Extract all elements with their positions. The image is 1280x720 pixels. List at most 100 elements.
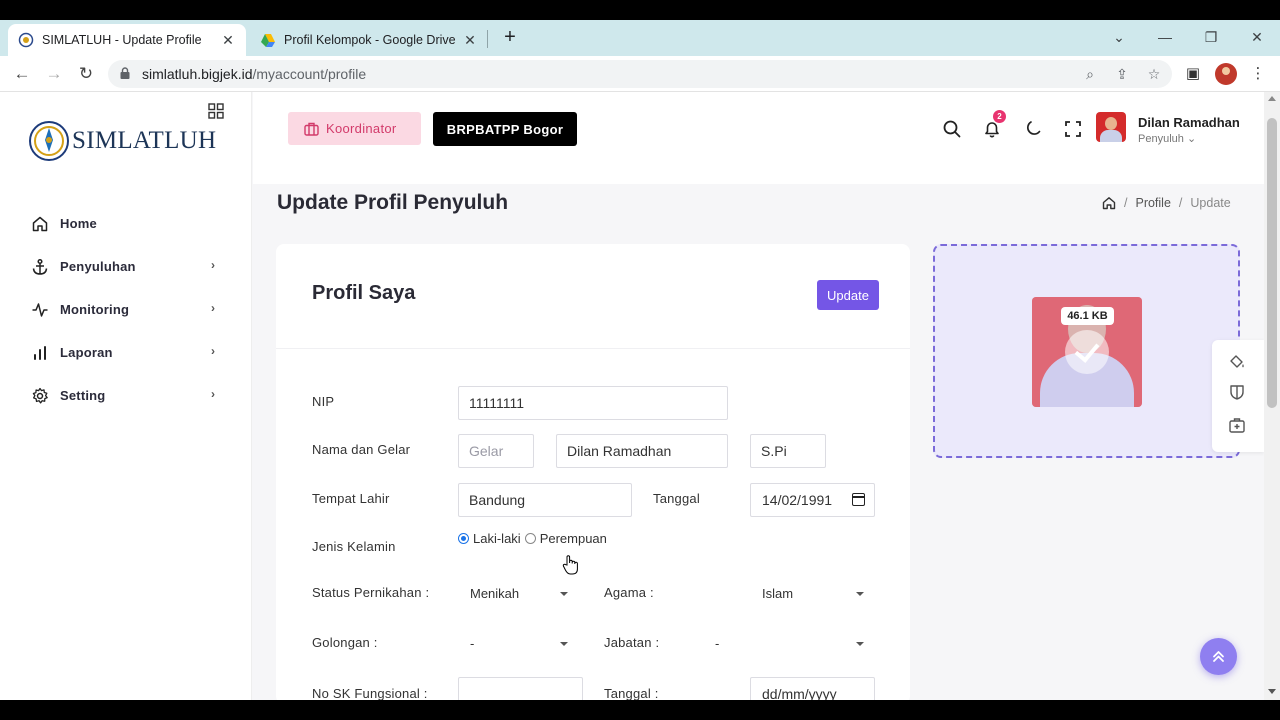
card-title: Profil Saya	[312, 282, 416, 304]
jenis-kelamin-label: Jenis Kelamin	[312, 539, 396, 554]
radio-perempuan[interactable]	[524, 533, 536, 544]
status-pernikahan-value: Menikah	[470, 586, 520, 601]
checkmark-icon	[1065, 330, 1109, 374]
browser-menu-icon[interactable]: ⋮	[1246, 62, 1270, 86]
apps-grid-icon[interactable]	[208, 103, 224, 119]
tempat-lahir-label: Tempat Lahir	[312, 491, 390, 506]
sidebar: SIMLATLUH Home Penyuluhan › Monitoring ›	[0, 92, 252, 700]
chevron-right-icon: ›	[211, 344, 216, 358]
fullscreen-icon[interactable]	[1063, 119, 1083, 139]
sidebar-item-home[interactable]: Home	[0, 202, 252, 245]
golongan-label: Golongan :	[312, 635, 378, 650]
chevron-down-icon: ⌄	[1186, 133, 1197, 145]
tanggal-lahir-input[interactable]: 14/02/1991	[750, 483, 875, 517]
tab-google-drive[interactable]: Profil Kelompok - Google Drive ✕	[250, 24, 488, 56]
tanggal-lahir-label: Tanggal	[653, 491, 700, 506]
jabatan-label: Jabatan :	[604, 635, 660, 650]
sidebar-item-monitoring[interactable]: Monitoring ›	[0, 288, 252, 331]
caret-down-icon	[856, 642, 864, 646]
hand-cursor-icon	[562, 555, 578, 575]
nip-label: NIP	[312, 394, 335, 409]
breadcrumb-separator: /	[1124, 196, 1128, 210]
status-pernikahan-label: Status Pernikahan :	[312, 585, 430, 600]
forward-icon[interactable]: →	[42, 62, 66, 86]
nama-label: Nama dan Gelar	[312, 442, 411, 457]
bookmark-star-icon[interactable]: ☆	[1144, 64, 1164, 84]
paint-bucket-icon[interactable]	[1228, 353, 1246, 371]
page-scrollbar[interactable]	[1264, 92, 1280, 700]
side-panel-icon[interactable]: ▣	[1181, 62, 1205, 86]
status-pernikahan-select[interactable]: Menikah	[458, 577, 578, 611]
app-logo[interactable]: SIMLATLUH	[28, 120, 216, 162]
profile-photo-preview[interactable]: 46.1 KB	[1032, 297, 1142, 407]
zoom-icon[interactable]: ⌕	[1080, 64, 1100, 84]
tempat-lahir-input[interactable]: Bandung	[458, 483, 632, 517]
photo-upload-area[interactable]: 46.1 KB	[933, 244, 1240, 458]
agama-select[interactable]: Islam	[750, 577, 874, 611]
tab-title: Profil Kelompok - Google Drive	[284, 33, 456, 47]
home-icon[interactable]	[1102, 196, 1116, 210]
logo-text: SIMLATLUH	[72, 127, 217, 154]
tab-strip: SIMLATLUH - Update Profile ✕ Profil Kelo…	[0, 20, 1280, 56]
reload-icon[interactable]: ↻	[74, 62, 98, 86]
tanggal-lahir-value: 14/02/1991	[762, 492, 833, 508]
browser-profile-avatar[interactable]	[1215, 63, 1237, 85]
share-icon[interactable]: ⇪	[1112, 64, 1132, 84]
anchor-icon	[32, 258, 48, 275]
sk-fungsional-label: No SK Fungsional :	[312, 686, 428, 700]
back-to-top-button[interactable]	[1200, 638, 1237, 675]
search-icon[interactable]	[942, 119, 962, 139]
back-icon[interactable]: ←	[10, 62, 34, 86]
address-bar[interactable]: simlatluh.bigjek.id/myaccount/profile ⌕ …	[108, 60, 1172, 88]
radio-laki-laki-label[interactable]: Laki-laki	[473, 531, 521, 546]
sidebar-item-setting[interactable]: Setting ›	[0, 374, 252, 417]
gelar-depan-input[interactable]: Gelar	[458, 434, 534, 468]
caret-down-icon	[856, 592, 864, 596]
moon-icon[interactable]	[1023, 119, 1043, 139]
close-tab-icon[interactable]: ✕	[220, 32, 236, 49]
sidebar-item-penyuluhan[interactable]: Penyuluhan ›	[0, 245, 252, 288]
gender-radio-group: Laki-laki Perempuan	[458, 531, 607, 546]
new-tab-icon[interactable]: +	[499, 26, 521, 50]
user-role[interactable]: Penyuluh ⌄	[1138, 132, 1196, 145]
url-text: simlatluh.bigjek.id/myaccount/profile	[142, 66, 366, 82]
gelar-belakang-input[interactable]: S.Pi	[750, 434, 826, 468]
update-button[interactable]: Update	[817, 280, 879, 310]
radio-laki-laki[interactable]	[458, 533, 469, 544]
breadcrumb-update: Update	[1190, 196, 1231, 210]
breadcrumb-profile[interactable]: Profile	[1135, 196, 1170, 210]
scroll-down-icon[interactable]	[1268, 689, 1276, 694]
role-badge[interactable]: Koordinator	[288, 112, 421, 145]
tab-search-icon[interactable]: ⌄	[1099, 24, 1139, 50]
user-avatar[interactable]	[1096, 112, 1126, 142]
gear-icon	[32, 387, 48, 403]
sk-fungsional-input[interactable]	[458, 677, 583, 700]
radio-perempuan-label[interactable]: Perempuan	[540, 531, 607, 546]
chevron-right-icon: ›	[211, 387, 216, 401]
close-window-icon[interactable]: ✕	[1237, 24, 1277, 50]
tab-simlatluh[interactable]: SIMLATLUH - Update Profile ✕	[8, 24, 246, 56]
jabatan-value: -	[715, 636, 720, 651]
notification-badge: 2	[993, 110, 1006, 123]
file-size-chip: 46.1 KB	[1061, 307, 1114, 325]
restore-icon[interactable]: ❐	[1191, 24, 1231, 50]
app-topbar: Koordinator BRPBATPP Bogor 2 Dilan Ramad…	[253, 92, 1264, 184]
calendar-icon[interactable]	[852, 493, 865, 506]
browser-window: SIMLATLUH - Update Profile ✕ Profil Kelo…	[0, 20, 1280, 700]
nama-input[interactable]: Dilan Ramadhan	[556, 434, 728, 468]
jabatan-select[interactable]: -	[703, 627, 874, 661]
close-tab-icon[interactable]: ✕	[462, 32, 478, 49]
tanggal-sk-input[interactable]: dd/mm/yyyy	[750, 677, 875, 700]
caret-down-icon	[560, 642, 568, 646]
medical-kit-icon[interactable]	[1228, 416, 1246, 434]
unit-button[interactable]: BRPBATPP Bogor	[433, 112, 577, 146]
minimize-icon[interactable]: —	[1145, 24, 1185, 50]
scroll-up-icon[interactable]	[1268, 96, 1276, 101]
sidebar-item-label: Penyuluhan	[60, 259, 136, 274]
sidebar-item-laporan[interactable]: Laporan ›	[0, 331, 252, 374]
scrollbar-thumb[interactable]	[1267, 118, 1277, 408]
shield-icon[interactable]	[1228, 383, 1246, 401]
user-name[interactable]: Dilan Ramadhan	[1138, 115, 1240, 130]
nip-input[interactable]: 11111111	[458, 386, 728, 420]
golongan-select[interactable]: -	[458, 627, 578, 661]
